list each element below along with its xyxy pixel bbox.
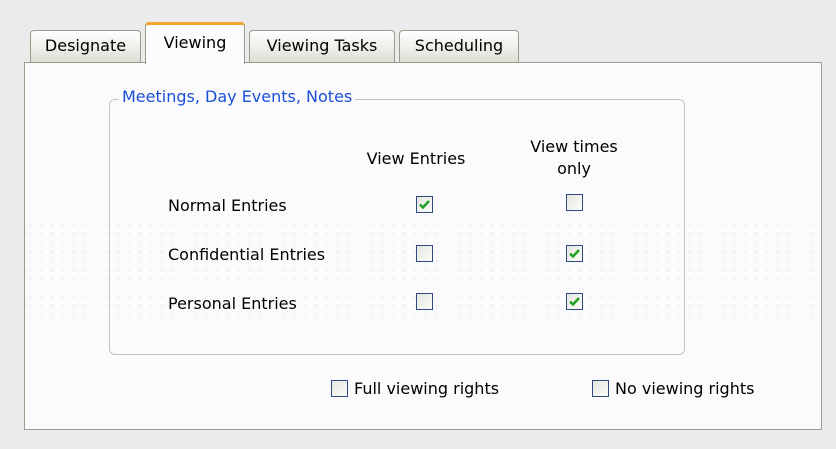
- normal-entries-view-times-checkbox[interactable]: [566, 194, 583, 211]
- no-viewing-rights-option[interactable]: No viewing rights: [592, 378, 802, 402]
- column-header-line: only: [557, 159, 591, 178]
- column-header-view-entries: View Entries: [366, 149, 466, 168]
- confidential-entries-view-entries-checkbox[interactable]: [416, 245, 433, 262]
- no-viewing-rights-label: No viewing rights: [615, 379, 755, 398]
- checkmark-icon: [569, 249, 580, 259]
- tab-scheduling[interactable]: Scheduling: [399, 30, 519, 63]
- meetings-group-box: Meetings, Day Events, Notes View Entries…: [109, 87, 685, 355]
- tab-viewing[interactable]: Viewing: [145, 22, 245, 64]
- row-label-personal-entries: Personal Entries: [168, 294, 297, 313]
- row-label-normal-entries: Normal Entries: [168, 196, 287, 215]
- viewing-tab-panel: Meetings, Day Events, Notes View Entries…: [24, 62, 822, 430]
- no-viewing-rights-checkbox[interactable]: [592, 380, 609, 397]
- checkmark-icon: [569, 297, 580, 307]
- viewing-rights-dialog: Designate Viewing Viewing Tasks Scheduli…: [0, 0, 836, 449]
- personal-entries-view-times-checkbox[interactable]: [566, 293, 583, 310]
- tab-designate[interactable]: Designate: [30, 30, 141, 63]
- column-header-line: View times: [530, 137, 618, 156]
- full-viewing-rights-label: Full viewing rights: [354, 379, 500, 398]
- confidential-entries-view-times-checkbox[interactable]: [566, 245, 583, 262]
- group-title: Meetings, Day Events, Notes: [119, 87, 356, 106]
- row-label-confidential-entries: Confidential Entries: [168, 245, 326, 264]
- full-viewing-rights-checkbox[interactable]: [331, 380, 348, 397]
- full-viewing-rights-option[interactable]: Full viewing rights: [331, 378, 541, 402]
- normal-entries-view-entries-checkbox[interactable]: [416, 196, 433, 213]
- checkmark-icon: [419, 200, 430, 210]
- personal-entries-view-entries-checkbox[interactable]: [416, 293, 433, 310]
- column-header-view-times-only: View times only: [524, 136, 624, 180]
- tab-viewing-tasks[interactable]: Viewing Tasks: [249, 30, 395, 63]
